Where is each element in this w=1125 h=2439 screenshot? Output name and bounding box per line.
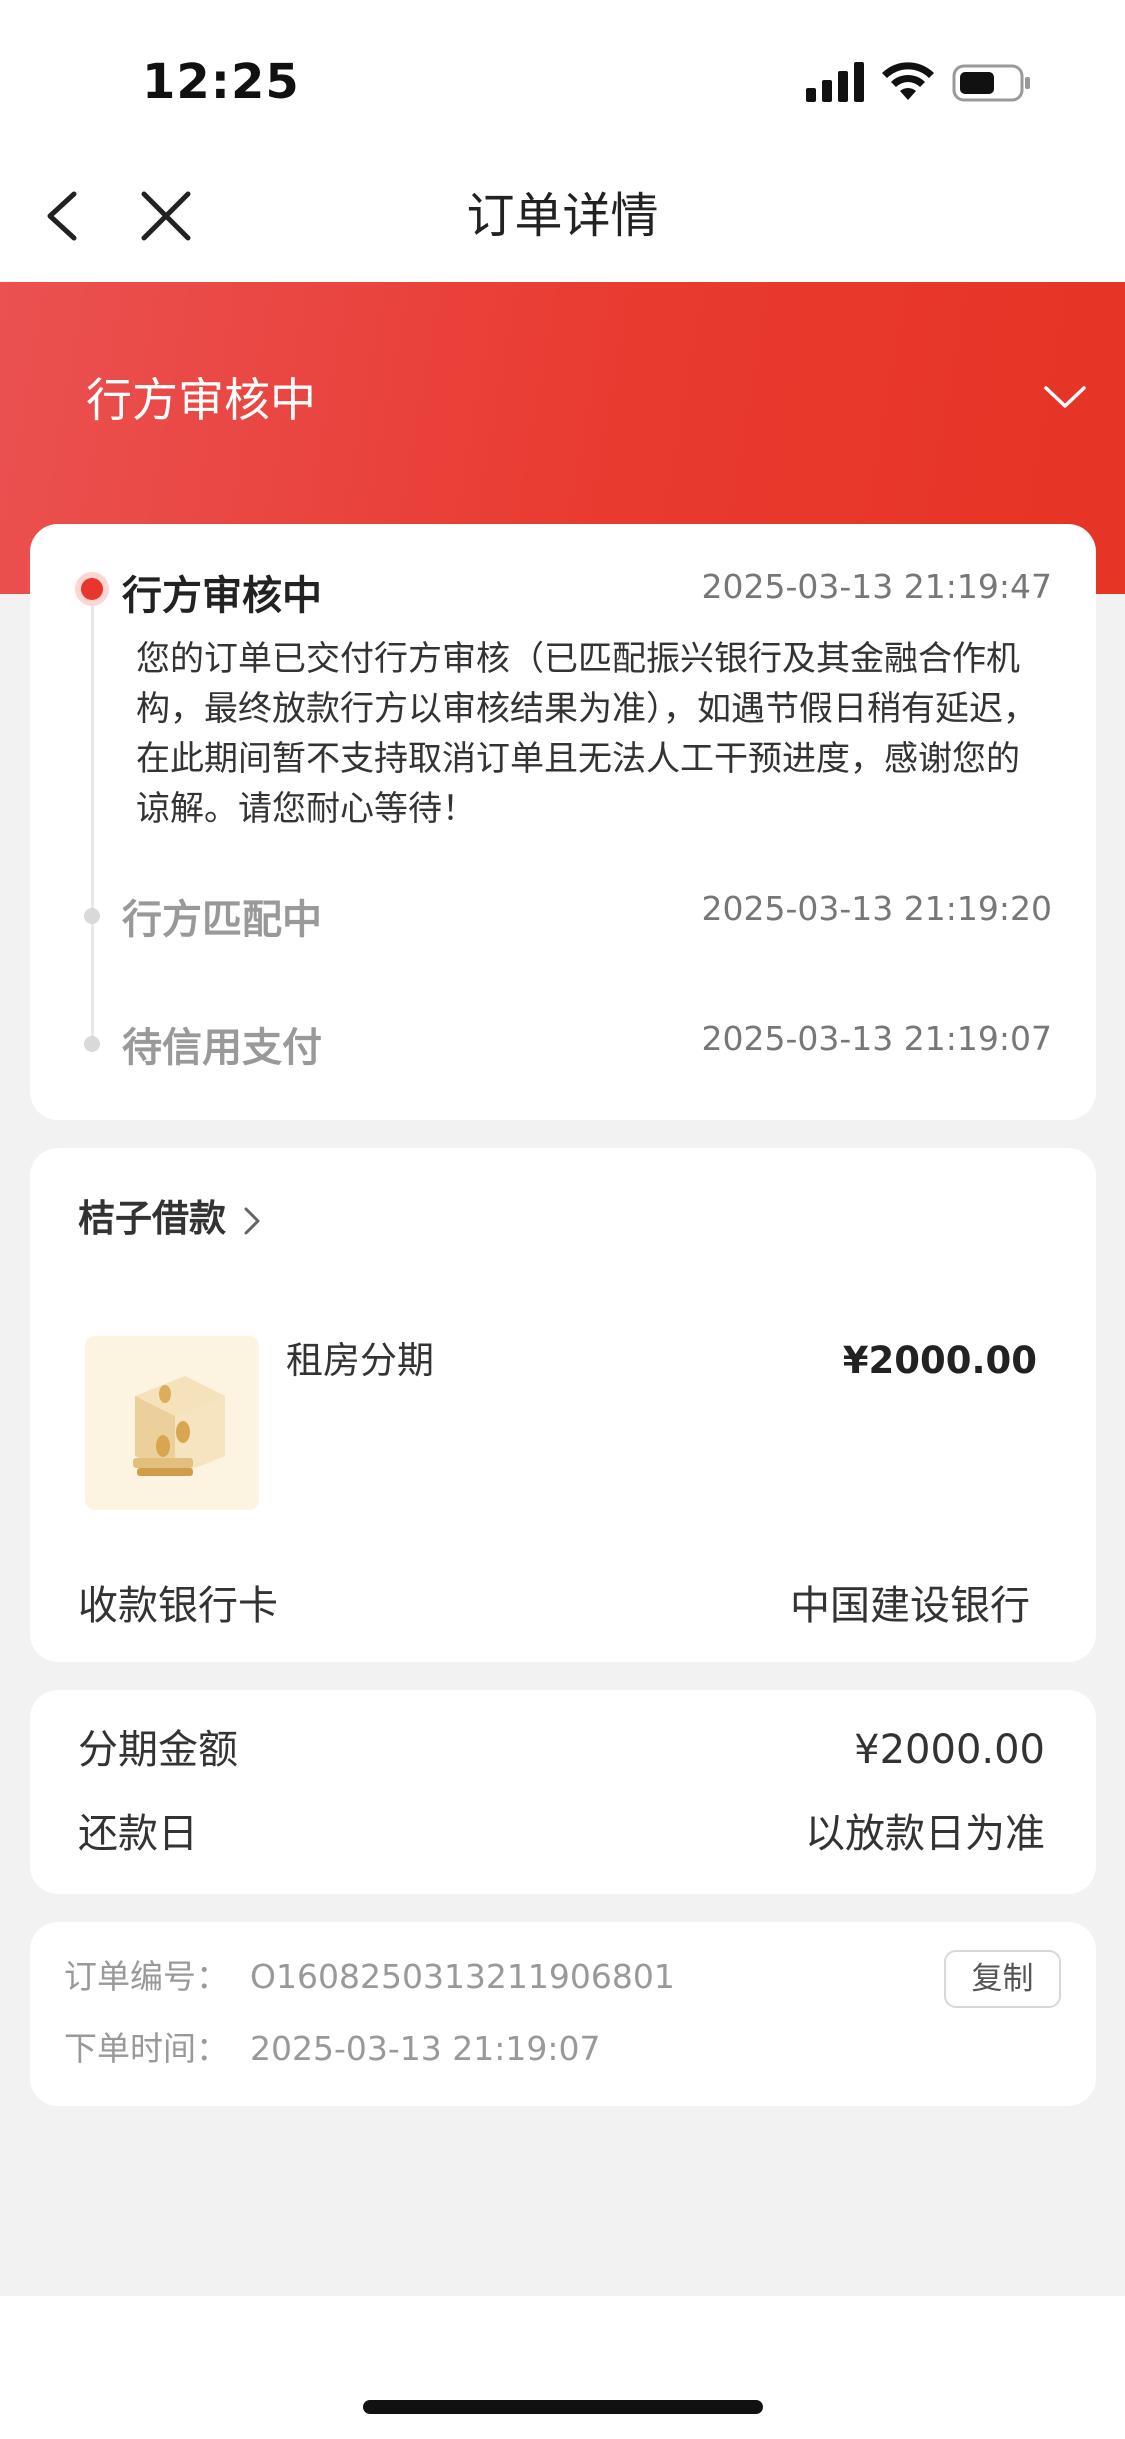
close-icon[interactable] [136, 186, 196, 246]
order-number-label: 订单编号： [64, 1957, 229, 1996]
timeline-dot [84, 908, 100, 924]
bottom-bar [0, 2296, 1125, 2439]
installment-amount-value: ¥2000.00 [854, 1727, 1045, 1773]
timeline-step-time: 2025-03-13 21:19:20 [701, 889, 1052, 928]
wifi-icon [882, 62, 934, 100]
timeline-step-time: 2025-03-13 21:19:07 [701, 1019, 1052, 1058]
product-name: 租房分期 [286, 1339, 434, 1382]
installment-card [30, 1690, 1096, 1894]
bank-card-value: 中国建设银行 [790, 1583, 1030, 1629]
repayment-day-label: 还款日 [78, 1811, 198, 1857]
order-time-value: 2025-03-13 21:19:07 [250, 2029, 601, 2068]
home-indicator[interactable] [363, 2400, 763, 2414]
timeline-dot-active [75, 572, 109, 606]
order-info-card [30, 1922, 1096, 2106]
coin-box-icon [133, 1376, 225, 1476]
battery-icon [952, 64, 1030, 102]
order-number-value: O1608250313211906801 [250, 1957, 675, 1996]
copy-button[interactable]: 复制 [944, 1950, 1061, 2008]
back-arrow-icon[interactable] [36, 186, 96, 246]
timeline-step-description: 您的订单已交付行方审核（已匹配振兴银行及其金融合作机构，最终放款行方以审核结果为… [136, 639, 1037, 829]
chevron-down-icon[interactable] [1040, 378, 1090, 418]
timeline-dot [84, 1036, 100, 1052]
repayment-day-value: 以放款日为准 [805, 1811, 1045, 1857]
timeline-step-title: 行方匹配中 [122, 897, 322, 943]
order-time-label: 下单时间： [64, 2029, 229, 2068]
status-time: 12:25 [142, 54, 300, 110]
bank-card-label: 收款银行卡 [78, 1583, 278, 1629]
timeline-step-title: 行方审核中 [122, 573, 322, 619]
product-price: ¥2000.00 [842, 1339, 1037, 1382]
chevron-right-icon[interactable] [238, 1204, 266, 1238]
status-header-title: 行方审核中 [86, 373, 316, 427]
timeline-step-time: 2025-03-13 21:19:47 [701, 567, 1052, 606]
product-image [85, 1336, 259, 1510]
installment-amount-label: 分期金额 [78, 1727, 238, 1773]
timeline-step-title: 待信用支付 [122, 1025, 322, 1071]
timeline-line [91, 590, 94, 1046]
cellular-signal-icon [806, 62, 864, 102]
merchant-name-link[interactable]: 桔子借款 [78, 1192, 226, 1246]
